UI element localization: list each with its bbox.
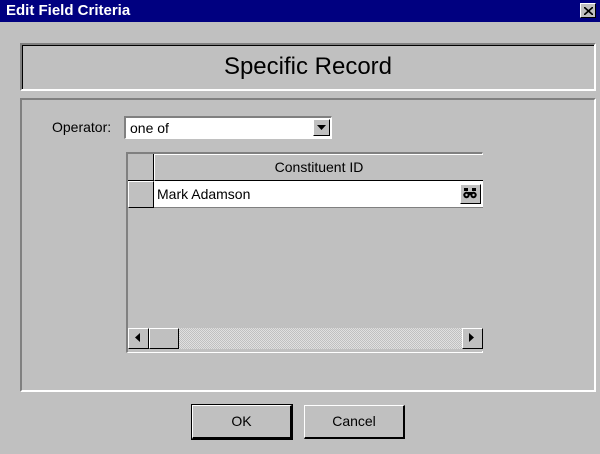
scroll-thumb[interactable] [149,328,179,349]
cell-value: Mark Adamson [157,186,251,202]
operator-value: one of [130,120,169,136]
close-icon [584,7,593,15]
close-button[interactable] [580,3,596,18]
horizontal-scrollbar[interactable] [128,325,483,351]
header-panel: Specific Record [20,43,596,91]
grid-empty-area [128,208,483,325]
ok-button[interactable]: OK [191,404,293,440]
binoculars-icon [463,188,477,199]
scroll-track[interactable] [149,328,462,349]
scroll-right-button[interactable] [462,328,483,349]
operator-select[interactable]: one of [124,116,332,139]
lookup-button[interactable] [460,184,481,204]
window-title: Edit Field Criteria [6,2,131,19]
chevron-down-icon [317,125,326,130]
grid-corner-header [128,154,154,181]
operator-label: Operator: [52,119,112,135]
cancel-button[interactable]: Cancel [304,405,405,439]
operator-dropdown-button[interactable] [313,119,330,136]
arrow-right-icon [469,333,474,342]
row-selector[interactable] [128,181,154,208]
constituent-grid: Constituent ID Mark Adamson [126,152,483,353]
edit-field-criteria-dialog: Edit Field Criteria Specific Record Oper… [0,0,600,454]
grid-cell[interactable]: Mark Adamson [154,181,483,208]
scroll-left-button[interactable] [128,328,149,349]
arrow-left-icon [135,333,140,342]
header-title: Specific Record [223,53,393,80]
column-header-constituent-id[interactable]: Constituent ID [154,154,483,181]
title-bar: Edit Field Criteria [0,0,600,22]
